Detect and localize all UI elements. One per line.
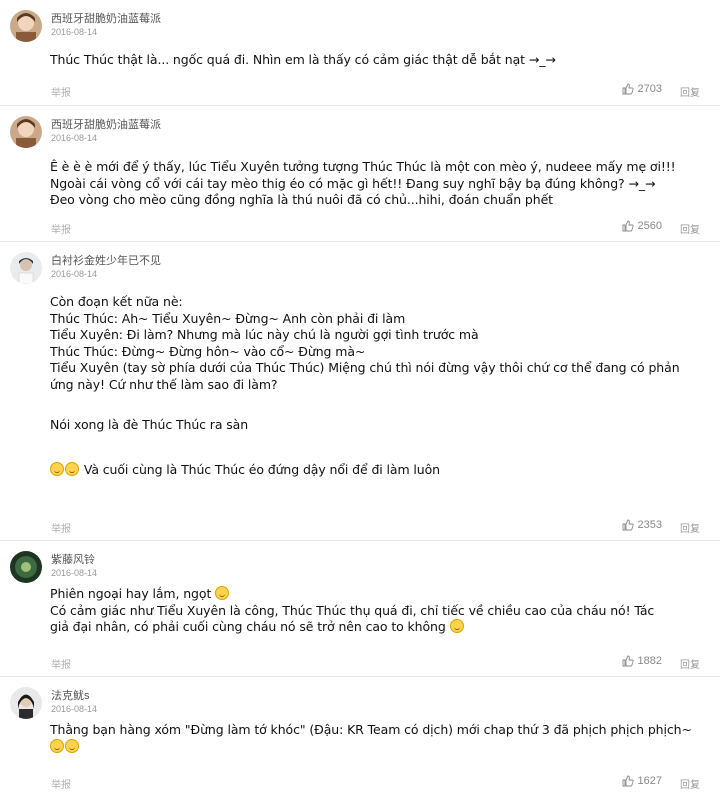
thumbs-up-icon xyxy=(622,83,634,95)
comment-text-line: Thúc Thúc: Ah~ Tiểu Xuyên~ Đừng~ Anh còn… xyxy=(50,310,406,326)
thumbs-up-icon xyxy=(622,655,634,667)
comment-text-line: Tiểu Xuyên (tay sờ phía dưới của Thúc Th… xyxy=(50,360,680,375)
thumbs-up-icon xyxy=(622,775,634,787)
comment-text-line: Còn đoạn kết nữa nè: xyxy=(50,294,183,309)
report-link[interactable]: 举报 xyxy=(51,520,71,535)
comment-username[interactable]: 法克鱿s xyxy=(51,687,90,703)
comment-text-line: Thúc Thúc thật là... ngốc quá đi. Nhìn e… xyxy=(50,52,556,67)
emoji-line xyxy=(50,738,696,756)
smile-emoji-icon xyxy=(50,738,64,753)
like-button[interactable]: 2560 xyxy=(622,220,662,232)
grin-emoji-icon xyxy=(50,461,64,476)
comment-text-line: Đeo vòng cho mèo cũng đồng nghĩa là thú … xyxy=(50,192,553,207)
thumbs-up-icon xyxy=(622,519,634,531)
comment-date: 2016-08-14 xyxy=(51,704,98,714)
smile-emoji-icon xyxy=(215,586,230,600)
avatar-photo-icon xyxy=(10,116,42,148)
avatar[interactable] xyxy=(10,10,42,42)
reply-link[interactable]: 回复 xyxy=(680,520,700,535)
comment-item: 西班牙甜脆奶油蓝莓派 2016-08-14 Thúc Thúc thật là.… xyxy=(0,0,720,106)
grin-emoji-icon xyxy=(65,461,79,476)
comment-date: 2016-08-14 xyxy=(51,133,98,143)
like-count: 2560 xyxy=(637,220,662,232)
like-count: 1882 xyxy=(637,655,662,667)
avatar[interactable] xyxy=(10,252,42,284)
comment-date: 2016-08-14 xyxy=(51,269,98,279)
like-button[interactable]: 2703 xyxy=(622,83,662,95)
avatar[interactable] xyxy=(10,551,42,583)
comment-date: 2016-08-14 xyxy=(51,568,98,578)
comment-text: giả đại nhân, có phải cuối cùng cháu nó … xyxy=(50,619,446,634)
comment-item: 西班牙甜脆奶油蓝莓派 2016-08-14 Ê è è è mới để ý t… xyxy=(0,106,720,242)
like-button[interactable]: 2353 xyxy=(622,519,662,531)
avatar-photo-icon xyxy=(10,687,42,719)
comment-item: 法克鱿s 2016-08-14 Thằng bạn hàng xóm "Đừng… xyxy=(0,677,720,796)
comment-username[interactable]: 西班牙甜脆奶油蓝莓派 xyxy=(51,10,161,26)
comment-text-line-with-emoji: giả đại nhân, có phải cuối cùng cháu nó … xyxy=(50,619,696,636)
comment-text-line: Thúc Thúc: Đừng~ Đừng hôn~ vào cổ~ Đừng … xyxy=(50,343,366,359)
reply-link[interactable]: 回复 xyxy=(680,84,700,99)
comment-date: 2016-08-14 xyxy=(51,27,98,37)
avatar[interactable] xyxy=(10,116,42,148)
comment-text-line: Thằng bạn hàng xóm "Đừng làm tớ khóc" (Đ… xyxy=(50,722,692,737)
report-link[interactable]: 举报 xyxy=(51,776,71,791)
comment-text-line: Ê è è è mới để ý thấy, lúc Tiểu Xuyên tư… xyxy=(50,159,676,174)
like-count: 2703 xyxy=(637,83,662,95)
like-button[interactable]: 1627 xyxy=(622,775,662,787)
comment-text-line: ứng này! Cứ như thế làm sao đi làm? xyxy=(50,376,278,392)
smile-emoji-icon xyxy=(449,619,464,633)
avatar-photo-icon xyxy=(10,252,42,284)
comment-username[interactable]: 白衬衫金姓少年已不见 xyxy=(51,252,161,268)
report-link[interactable]: 举报 xyxy=(51,221,71,236)
report-link[interactable]: 举报 xyxy=(51,656,71,671)
comment-body: Thằng bạn hàng xóm "Đừng làm tớ khóc" (Đ… xyxy=(50,722,696,755)
comment-text-line: Có cảm giác như Tiểu Xuyên là công, Thúc… xyxy=(50,602,655,618)
comment-item: 紫藤风铃 2016-08-14 Phiên ngoại hay lắm, ngọ… xyxy=(0,541,720,677)
smile-emoji-icon xyxy=(65,738,79,753)
reply-link[interactable]: 回复 xyxy=(680,221,700,236)
reply-link[interactable]: 回复 xyxy=(680,776,700,791)
comment-item: 白衬衫金姓少年已不见 2016-08-14 Còn đoạn kết nữa n… xyxy=(0,242,720,541)
thumbs-up-icon xyxy=(622,220,634,232)
comment-body: Phiên ngoại hay lắm, ngọt Có cảm giác nh… xyxy=(50,586,696,636)
avatar[interactable] xyxy=(10,687,42,719)
report-link[interactable]: 举报 xyxy=(51,84,71,99)
reply-link[interactable]: 回复 xyxy=(680,656,700,671)
comment-text-line: Tiểu Xuyên: Đi làm? Nhưng mà lúc này chú… xyxy=(50,327,479,342)
avatar-photo-icon xyxy=(10,10,42,42)
comment-text-line-with-emoji: Và cuối cùng là Thúc Thúc éo đứng dậy nổ… xyxy=(50,461,696,479)
like-count: 2353 xyxy=(637,519,662,531)
comment-username[interactable]: 西班牙甜脆奶油蓝莓派 xyxy=(51,116,161,132)
comment-text-line-with-emoji: Phiên ngoại hay lắm, ngọt xyxy=(50,586,696,603)
like-count: 1627 xyxy=(637,775,662,787)
comment-text-line: Nói xong là đè Thúc Thúc ra sàn xyxy=(50,417,249,432)
comment-username[interactable]: 紫藤风铃 xyxy=(51,551,95,567)
avatar-photo-icon xyxy=(10,551,42,583)
comment-text: Phiên ngoại hay lắm, ngọt xyxy=(50,586,212,601)
comment-body: Ê è è è mới để ý thấy, lúc Tiểu Xuyên tư… xyxy=(50,159,696,209)
comment-body: Còn đoạn kết nữa nè: Thúc Thúc: Ah~ Tiểu… xyxy=(50,294,696,478)
comment-text-line: Ngoài cái vòng cổ với cái tay mèo thig é… xyxy=(50,175,656,191)
like-button[interactable]: 1882 xyxy=(622,655,662,667)
comment-text: Và cuối cùng là Thúc Thúc éo đứng dậy nổ… xyxy=(83,461,440,477)
comment-body: Thúc Thúc thật là... ngốc quá đi. Nhìn e… xyxy=(50,52,696,69)
